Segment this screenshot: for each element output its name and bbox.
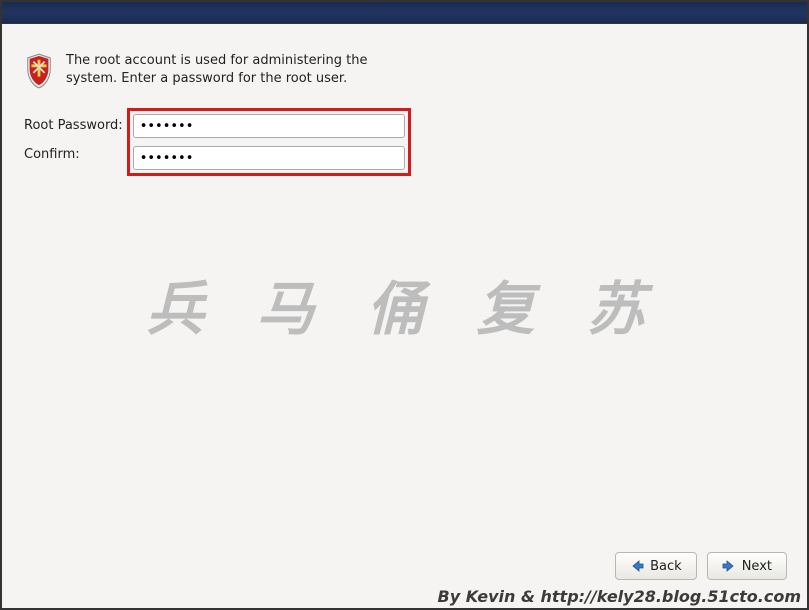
root-password-input[interactable]: [133, 114, 405, 138]
window-titlebar: [2, 2, 807, 24]
button-bar: Back Next: [615, 552, 787, 580]
intro-row: The root account is used for administeri…: [24, 52, 787, 94]
shield-icon: [24, 52, 56, 94]
confirm-password-input[interactable]: [133, 146, 405, 170]
next-button-label: Next: [742, 559, 772, 574]
confirm-label: Confirm:: [24, 147, 123, 162]
arrow-right-icon: [722, 559, 736, 573]
back-button-label: Back: [650, 559, 682, 574]
credit-watermark: By Kevin & http://kely28.blog.51cto.com: [438, 587, 801, 606]
back-button[interactable]: Back: [615, 552, 697, 580]
intro-text: The root account is used for administeri…: [66, 52, 386, 87]
next-button[interactable]: Next: [707, 552, 787, 580]
password-form: Root Password: Confirm:: [24, 108, 787, 176]
watermark-text: 兵 马 俑 复 苏: [2, 262, 807, 346]
installer-content: The root account is used for administeri…: [2, 24, 807, 196]
root-password-label: Root Password:: [24, 118, 123, 133]
password-fields-highlight: [127, 108, 411, 176]
arrow-left-icon: [630, 559, 644, 573]
